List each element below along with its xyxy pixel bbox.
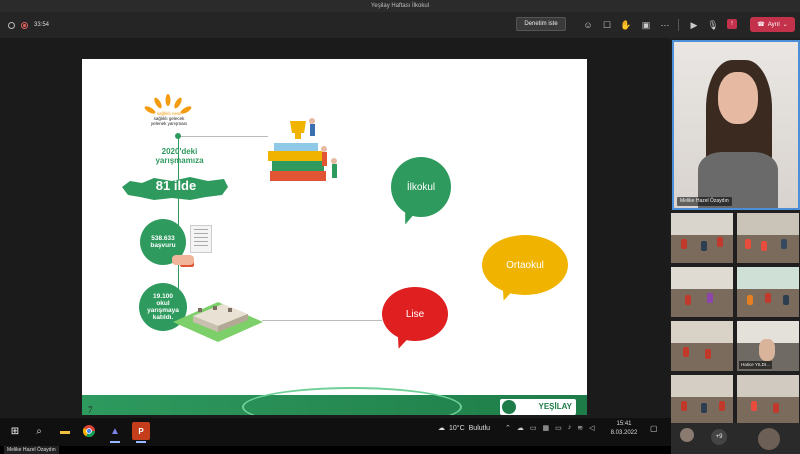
intro-text: 2020'deki yarışmamıza: [155, 147, 204, 165]
clock-date: 8.03.2022: [610, 430, 638, 436]
people-icon[interactable]: ☺: [582, 19, 594, 31]
reactions-icon[interactable]: ✋: [620, 19, 632, 31]
shield-icon[interactable]: [8, 21, 15, 29]
search-icon[interactable]: ⌕: [30, 422, 48, 440]
participant-name-tag: Hatice YILDI...: [739, 361, 772, 369]
presenter-video[interactable]: Melike Hazel Özaydın: [672, 40, 800, 210]
connector-line: [178, 136, 268, 137]
brand-text: sağlıklı nesil sağlıklı gelecek yelenek …: [144, 111, 194, 126]
applications-label: başvuru: [150, 242, 176, 249]
notification-icon[interactable]: ▢: [650, 424, 658, 433]
chevron-down-icon[interactable]: ⌄: [783, 21, 788, 28]
more-participants-count[interactable]: +9: [711, 429, 727, 445]
share-tray-icon[interactable]: ↑: [727, 19, 737, 29]
file-explorer-icon[interactable]: ▬: [56, 422, 74, 440]
meeting-timer: 33:54: [34, 22, 50, 28]
windows-taskbar: [0, 418, 671, 446]
self-avatar[interactable]: [758, 428, 780, 450]
powerpoint-icon[interactable]: P: [132, 422, 150, 440]
leave-label: Ayrıl: [767, 21, 780, 28]
meeting-toolbar: 33:54 Denetim iste ☺ ☐ ✋ ▣ ⋯ ▶ 🎙 ↑ ☎ Ayr…: [0, 12, 800, 38]
connector-line-2: [262, 320, 382, 321]
system-tray: ⌃ ☁ ▭ ▦ ▭ ♪ ≋ ◁: [505, 424, 595, 432]
active-app-indicator: [110, 441, 120, 443]
provinces-text: 81 ilde: [155, 178, 197, 193]
more-icon[interactable]: ⋯: [659, 19, 671, 31]
bubble-ilkokul: İlkokul: [391, 157, 451, 217]
network-icon[interactable]: ▭: [530, 424, 537, 432]
phone-icon: ☎: [757, 22, 765, 28]
brand-line-3: yelenek yarışması: [150, 121, 188, 126]
participant-tile[interactable]: [671, 321, 733, 371]
request-control-button[interactable]: Denetim iste: [516, 17, 566, 31]
cloud-sync-icon[interactable]: ☁: [517, 424, 524, 432]
toolbar-divider: [678, 19, 679, 31]
display-icon[interactable]: ▭: [555, 424, 562, 432]
clock-time: 15:41: [616, 421, 632, 427]
breakout-icon[interactable]: ▣: [640, 19, 652, 31]
participant-tile[interactable]: Hatice YILDI...: [737, 321, 799, 371]
recording-icon: [21, 21, 28, 29]
bottom-presenter-bar: Melike Hazel Özaydın: [0, 446, 671, 454]
bubble-lise: Lise: [382, 287, 448, 341]
window-title: Yeşilay Haftası İlkokul: [0, 0, 800, 12]
bubble-ortaokul: Ortaokul: [482, 235, 568, 295]
participant-tile[interactable]: [737, 267, 799, 317]
weather-widget[interactable]: ☁ 10°C Bulutlu: [438, 424, 491, 433]
windows-icon[interactable]: ⊞: [6, 422, 24, 440]
participant-tile[interactable]: [671, 213, 733, 263]
teams-tray-icon[interactable]: ▦: [543, 424, 550, 432]
crescent-icon: [502, 400, 516, 414]
speaker-icon[interactable]: ♪: [568, 424, 572, 432]
teams-meeting-window: Yeşilay Haftası İlkokul 33:54 Denetim is…: [0, 0, 800, 454]
chevron-up-icon[interactable]: ⌃: [505, 424, 511, 432]
school-building-icon: [173, 302, 263, 342]
presenter-name-tag: Melike Hazel Özaydın: [677, 197, 732, 206]
timeline-dot: [175, 133, 181, 139]
presentation-slide: sağlıklı nesil sağlıklı gelecek yelenek …: [82, 59, 587, 415]
chat-icon[interactable]: ☐: [601, 19, 613, 31]
mic-icon[interactable]: 🎙: [707, 19, 719, 31]
cloud-icon: ☁: [438, 425, 445, 432]
hand-icon: [172, 255, 194, 265]
meeting-status: 33:54: [0, 21, 50, 29]
wifi-icon[interactable]: ≋: [577, 424, 583, 432]
teams-icon[interactable]: ▲: [106, 422, 124, 440]
active-app-indicator: [136, 441, 146, 443]
slide-page-number: 7: [88, 405, 93, 415]
bottom-presenter-name: Melike Hazel Özaydın: [4, 446, 59, 454]
weather-temp: 10°C: [449, 424, 465, 432]
avatar[interactable]: [680, 428, 694, 442]
chrome-icon[interactable]: [80, 422, 98, 440]
face-shape: [718, 72, 758, 124]
taskbar-clock[interactable]: 15:41 8.03.2022: [606, 420, 642, 438]
weather-desc: Bulutlu: [468, 424, 491, 432]
participant-tile[interactable]: [737, 213, 799, 263]
trophy-books-icon: [268, 118, 337, 181]
participant-tile[interactable]: [737, 375, 799, 425]
camera-icon[interactable]: ▶: [688, 19, 700, 31]
volume-icon[interactable]: ◁: [589, 424, 594, 432]
participant-grid: Hatice YILDI...: [671, 213, 800, 425]
participant-tile[interactable]: [671, 267, 733, 317]
footer-arc: [242, 387, 462, 415]
applications-number: 538.633: [151, 235, 175, 242]
leave-button[interactable]: ☎ Ayrıl ⌄: [750, 17, 795, 32]
document-icon: [190, 225, 212, 253]
participant-tile[interactable]: [671, 375, 733, 425]
